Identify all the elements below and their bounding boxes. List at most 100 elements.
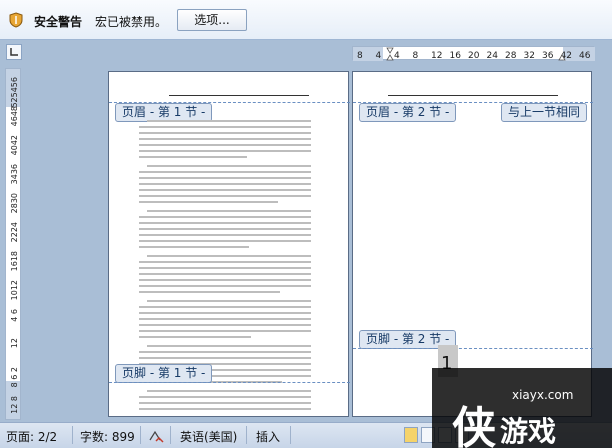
ruler-label: 32 bbox=[524, 51, 535, 61]
ruler-label: 525456 bbox=[10, 77, 19, 108]
text-line bbox=[139, 138, 311, 140]
language-indicator[interactable]: 英语(美国) bbox=[180, 428, 237, 445]
word-count[interactable]: 字数: 899 bbox=[80, 428, 135, 445]
text-line bbox=[147, 345, 311, 347]
text-line bbox=[139, 150, 311, 152]
text-line bbox=[147, 120, 311, 122]
shield-icon bbox=[9, 12, 23, 28]
text-line bbox=[139, 144, 311, 146]
text-line bbox=[139, 402, 311, 404]
page-1[interactable]: 页眉 - 第 1 节 - 页脚 - 第 1 节 - bbox=[108, 71, 350, 417]
text-line bbox=[139, 351, 311, 353]
text-line bbox=[139, 222, 311, 224]
text-line bbox=[139, 273, 311, 275]
text-line bbox=[139, 171, 311, 173]
page-2[interactable]: 页眉 - 第 2 节 - 与上一节相同 页脚 - 第 2 节 - bbox=[352, 71, 593, 417]
macro-disabled-message: 宏已被禁用。 bbox=[95, 15, 168, 29]
text-line bbox=[139, 396, 311, 398]
text-line bbox=[139, 261, 311, 263]
page-indicator[interactable]: 页面: 2/2 bbox=[6, 428, 57, 445]
watermark-text: 游戏 bbox=[500, 415, 557, 448]
ruler-label: 1012 bbox=[10, 280, 19, 300]
ruler-label: 12 bbox=[10, 338, 19, 348]
footer-section-1-tag[interactable]: 页脚 - 第 1 节 - bbox=[115, 364, 213, 383]
text-line bbox=[139, 312, 311, 314]
tab-selector-icon[interactable] bbox=[6, 44, 22, 60]
text-line bbox=[139, 267, 311, 269]
text-line bbox=[139, 228, 311, 230]
text-line bbox=[139, 195, 311, 197]
vertical-ruler-ticks: 5254564648 4042 3436 2830 2224 1618 1012 4 6 12 8… bbox=[6, 69, 20, 419]
text-line bbox=[139, 189, 311, 191]
text-line bbox=[139, 408, 311, 410]
text-line bbox=[139, 330, 311, 332]
print-layout-view-icon[interactable] bbox=[404, 427, 418, 443]
text-line bbox=[139, 285, 311, 287]
text-line bbox=[147, 255, 311, 257]
insert-mode-indicator[interactable]: 插入 bbox=[256, 428, 280, 445]
footer-boundary bbox=[353, 348, 593, 349]
text-line bbox=[139, 234, 311, 236]
divider bbox=[290, 426, 291, 444]
body-text-block[interactable] bbox=[139, 120, 319, 410]
text-line bbox=[139, 132, 311, 134]
ruler-label: 46 bbox=[579, 51, 591, 61]
text-line bbox=[139, 291, 280, 293]
header-rule bbox=[388, 95, 558, 96]
proofing-icon[interactable] bbox=[148, 428, 164, 444]
ruler-label: 8 6 2 bbox=[10, 367, 19, 387]
text-line bbox=[139, 240, 311, 242]
text-line bbox=[139, 357, 311, 359]
ruler-label: 4042 bbox=[10, 135, 19, 155]
text-line bbox=[139, 306, 311, 308]
watermark-url: xiayx.com bbox=[512, 388, 574, 402]
divider bbox=[72, 426, 73, 444]
text-line bbox=[139, 177, 311, 179]
ruler-label: 4648 bbox=[10, 106, 19, 126]
divider bbox=[140, 426, 141, 444]
options-button[interactable]: 选项... bbox=[177, 9, 247, 31]
watermark-logo-char: 侠 bbox=[452, 403, 496, 448]
ruler-label: 4 bbox=[394, 51, 400, 61]
text-line bbox=[139, 279, 311, 281]
divider bbox=[246, 426, 247, 444]
security-warning-title: 安全警告 bbox=[34, 15, 83, 29]
ruler-label: 8 bbox=[357, 51, 363, 61]
horizontal-ruler[interactable]: 8 4 4 8 12 16 20 24 28 32 36 42 46 bbox=[352, 46, 595, 61]
same-as-previous-tag: 与上一节相同 bbox=[501, 103, 588, 122]
header-rule bbox=[169, 95, 309, 96]
ruler-label: 20 bbox=[468, 51, 480, 61]
ruler-label: 8 bbox=[413, 51, 419, 61]
ruler-label: 16 bbox=[450, 51, 462, 61]
text-line bbox=[139, 336, 251, 338]
ruler-label: 4 bbox=[376, 51, 382, 61]
text-line bbox=[147, 390, 311, 392]
ruler-label: 36 bbox=[542, 51, 554, 61]
ruler-label: 4 6 bbox=[10, 309, 19, 322]
ruler-label: 2224 bbox=[10, 222, 19, 242]
text-line bbox=[139, 183, 311, 185]
text-line bbox=[147, 300, 311, 302]
text-line bbox=[139, 126, 311, 128]
ruler-label: 12 8 bbox=[10, 396, 19, 414]
text-line bbox=[147, 165, 311, 167]
footer-boundary bbox=[109, 382, 350, 383]
ruler-label: 24 bbox=[487, 51, 499, 61]
text-line bbox=[139, 246, 249, 248]
text-line bbox=[147, 210, 311, 212]
text-line bbox=[139, 156, 247, 158]
header-section-2-tag[interactable]: 页眉 - 第 2 节 - bbox=[359, 103, 457, 122]
security-warning-bar: 安全警告 宏已被禁用。 选项... bbox=[0, 0, 612, 40]
text-line bbox=[139, 201, 278, 203]
text-line bbox=[139, 318, 311, 320]
ruler-ticks: 8 4 4 8 12 16 20 24 28 32 36 42 46 bbox=[353, 47, 595, 61]
text-line bbox=[139, 324, 311, 326]
ruler-label: 28 bbox=[505, 51, 517, 61]
ruler-label: 3436 bbox=[10, 164, 19, 184]
tab-stop-icon bbox=[10, 48, 18, 56]
vertical-ruler[interactable]: 525456 4648 4042 3436 2830 2224 1618 1012 4 6 12 8… bbox=[5, 68, 21, 420]
ruler-label: 12 bbox=[431, 51, 442, 61]
ruler-label: 1618 bbox=[10, 251, 19, 271]
divider bbox=[170, 426, 171, 444]
ruler-label: 2830 bbox=[10, 193, 19, 213]
